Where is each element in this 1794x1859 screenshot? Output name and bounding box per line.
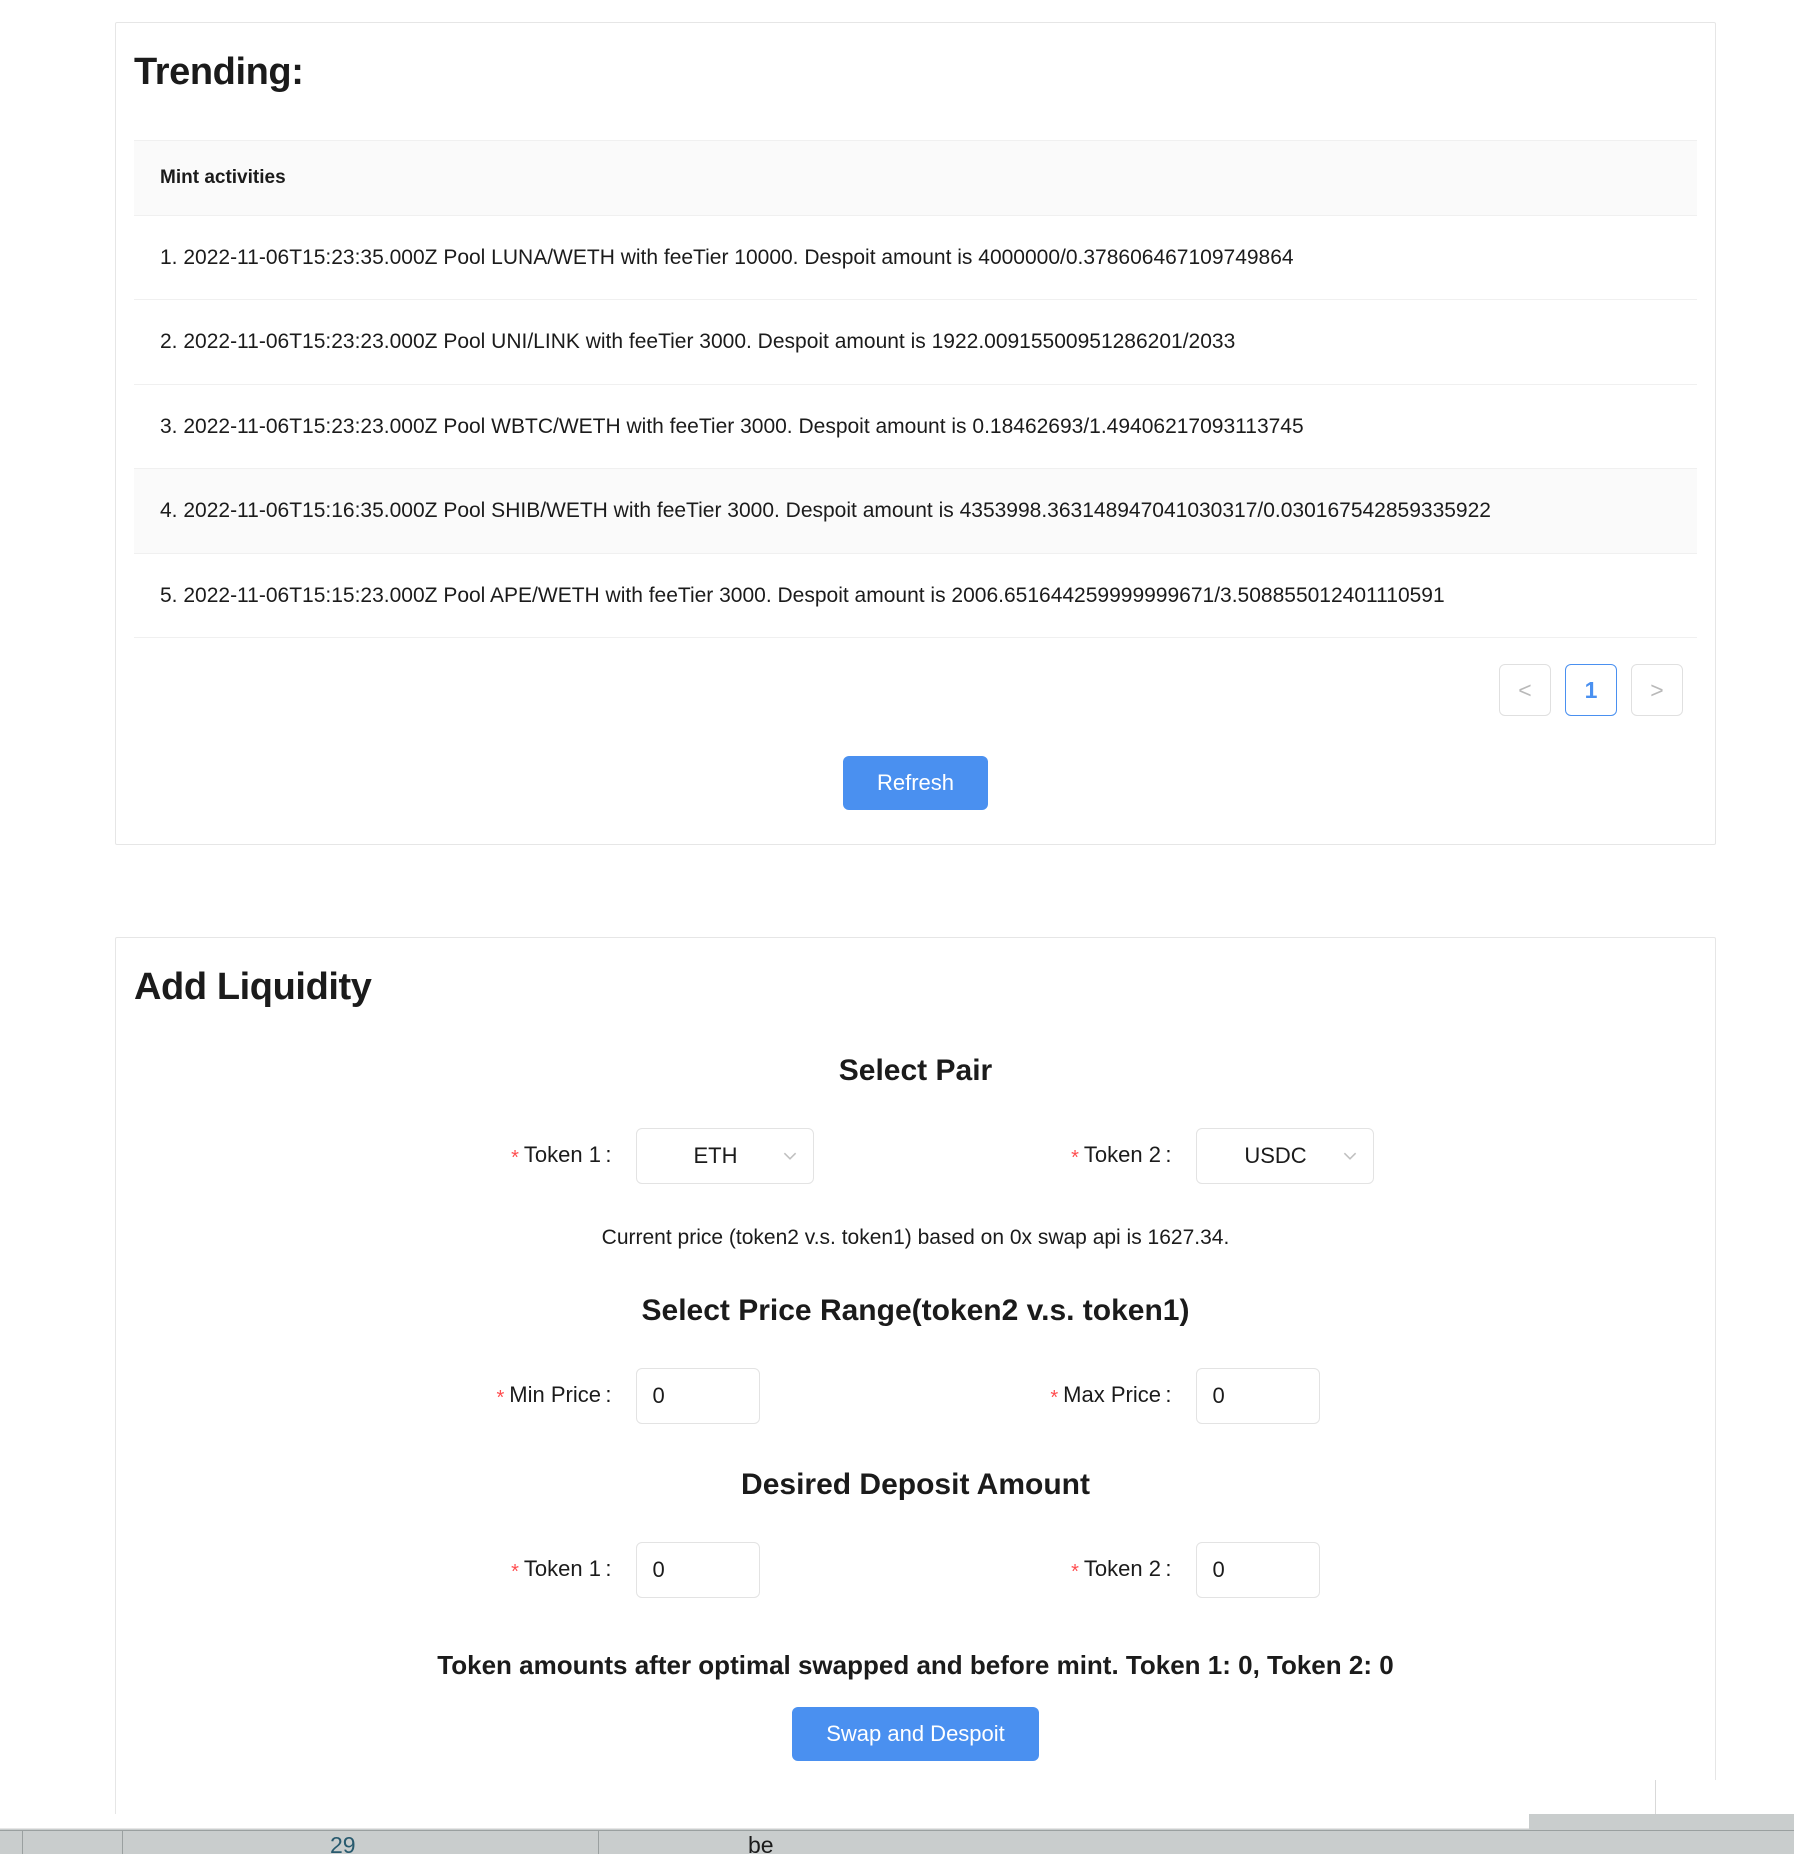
token2-field: * Token 2 : USDC — [916, 1127, 1476, 1184]
min-price-label: * Min Price : — [356, 1382, 636, 1410]
mint-activities-list: Mint activities 1. 2022-11-06T15:23:35.0… — [134, 139, 1697, 717]
token1-label: * Token 1 : — [356, 1142, 636, 1170]
token2-select[interactable]: USDC — [1195, 1127, 1374, 1184]
chevron-down-icon — [783, 1152, 796, 1160]
current-price-note: Current price (token2 v.s. token1) based… — [601, 1225, 1230, 1249]
required-asterisk-icon: * — [511, 1146, 519, 1169]
token1-select[interactable]: ETH — [635, 1127, 814, 1184]
list-item: 4. 2022-11-06T15:16:35.000Z Pool SHIB/WE… — [134, 469, 1697, 554]
list-item: 5. 2022-11-06T15:15:23.000Z Pool APE/WET… — [134, 554, 1697, 639]
pagination-next-button[interactable]: > — [1631, 664, 1683, 717]
price-range-heading: Select Price Range(token2 v.s. token1) — [641, 1293, 1190, 1327]
background-spreadsheet-strip: 29 be — [0, 1814, 1794, 1858]
required-asterisk-icon: * — [496, 1386, 505, 1409]
select-pair-heading: Select Pair — [838, 1053, 993, 1087]
token2-label: * Token 2 : — [916, 1142, 1196, 1170]
trending-card: Trending: Mint activities 1. 2022-11-06T… — [115, 22, 1716, 846]
background-white-panel — [0, 1814, 1529, 1829]
token-pair-row: * Token 1 : ETH * Token 2 : USDC — [156, 1127, 1675, 1184]
deposit-token2-label: * Token 2 : — [916, 1556, 1196, 1584]
max-price-label-text: Max Price : — [1063, 1381, 1172, 1407]
min-price-field: * Min Price : — [356, 1367, 916, 1424]
pagination-prev-button[interactable]: < — [1499, 664, 1551, 717]
background-cell-divider — [122, 1831, 123, 1854]
swap-summary-text: Token amounts after optimal swapped and … — [437, 1649, 1394, 1680]
background-cell-divider — [22, 1831, 23, 1854]
deposit-token2-input[interactable] — [1195, 1541, 1320, 1598]
token2-label-text: Token 2 : — [1083, 1141, 1172, 1167]
required-asterisk-icon: * — [1071, 1146, 1079, 1169]
content-column: Trending: Mint activities 1. 2022-11-06T… — [115, 0, 1716, 1822]
add-liquidity-card: Add Liquidity Select Pair * Token 1 : ETH… — [115, 937, 1716, 1822]
max-price-field: * Max Price : — [916, 1367, 1476, 1424]
deposit-amount-heading: Desired Deposit Amount — [741, 1467, 1090, 1501]
min-price-input[interactable] — [635, 1367, 760, 1424]
price-range-row: *Min Price : *Max Price : — [156, 1367, 1675, 1424]
background-cell-value: 29 — [330, 1832, 356, 1858]
chevron-down-icon — [1343, 1152, 1356, 1160]
deposit-token1-label: * Token 1 : — [356, 1556, 636, 1584]
token1-selected-value: ETH — [693, 1142, 738, 1168]
refresh-row: Refresh — [116, 756, 1715, 811]
deposit-token1-input[interactable] — [635, 1541, 760, 1598]
swap-and-deposit-button[interactable]: Swap and Despoit — [792, 1706, 1039, 1761]
deposit-token2-label-text: Token 2 : — [1083, 1555, 1172, 1581]
list-item: 3. 2022-11-06T15:23:23.000Z Pool WBTC/WE… — [134, 385, 1697, 470]
deposit-token2-field: * Token 2 : — [916, 1541, 1476, 1598]
required-asterisk-icon: * — [511, 1560, 519, 1583]
submit-row: Swap and Despoit — [156, 1706, 1675, 1761]
add-liquidity-title: Add Liquidity — [134, 966, 372, 1009]
required-asterisk-icon: * — [1050, 1386, 1059, 1409]
token2-selected-value: USDC — [1244, 1142, 1307, 1168]
deposit-token1-label-text: Token 1 : — [523, 1555, 612, 1581]
max-price-input[interactable] — [1195, 1367, 1320, 1424]
list-item: 1. 2022-11-06T15:23:35.000Z Pool LUNA/WE… — [134, 216, 1697, 301]
background-cell-text: be — [748, 1832, 774, 1858]
list-header: Mint activities — [134, 140, 1697, 216]
list-item: 2. 2022-11-06T15:23:23.000Z Pool UNI/LIN… — [134, 300, 1697, 385]
max-price-label: * Max Price : — [916, 1382, 1196, 1410]
add-liquidity-form: Select Pair * Token 1 : ETH * Token 2 : US… — [116, 1054, 1715, 1761]
required-asterisk-icon: * — [1071, 1560, 1079, 1583]
deposit-token1-field: * Token 1 : — [356, 1541, 916, 1598]
background-cell-divider — [598, 1831, 599, 1854]
token1-field: * Token 1 : ETH — [356, 1127, 916, 1184]
deposit-amount-row: *Token 1 : *Token 2 : — [156, 1541, 1675, 1598]
page-title: Trending: — [134, 51, 304, 93]
background-sheet-top-border — [0, 1830, 1794, 1831]
app-page: Trending: Mint activities 1. 2022-11-06T… — [0, 0, 1794, 1858]
pagination: < 1 > — [134, 638, 1697, 717]
min-price-label-text: Min Price : — [509, 1381, 612, 1407]
refresh-button[interactable]: Refresh — [842, 756, 989, 811]
pagination-page-1[interactable]: 1 — [1565, 664, 1617, 717]
token1-label-text: Token 1 : — [523, 1141, 612, 1167]
